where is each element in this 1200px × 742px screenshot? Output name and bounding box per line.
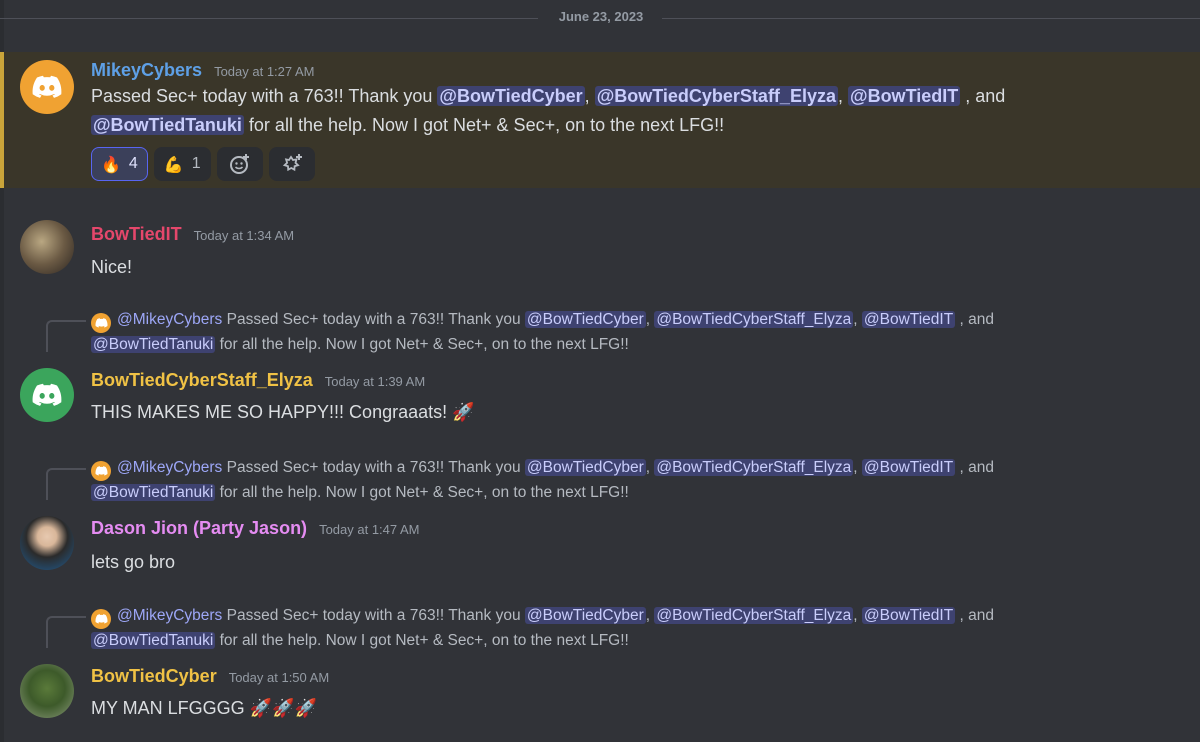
reply-spine bbox=[46, 320, 86, 352]
avatar[interactable] bbox=[20, 664, 74, 718]
reply-preview[interactable]: @MikeyCybers Passed Sec+ today with a 76… bbox=[91, 456, 1091, 505]
timestamp[interactable]: Today at 1:34 AM bbox=[194, 228, 294, 243]
message-content: MY MAN LFGGGG 🚀🚀🚀 bbox=[91, 698, 317, 718]
message-content: THIS MAKES ME SO HAPPY!!! Congraaats! 🚀 bbox=[91, 402, 475, 422]
reaction-flexed-biceps[interactable]: 💪 1 bbox=[153, 147, 211, 181]
date-divider: June 23, 2023 bbox=[0, 9, 1200, 24]
reaction-fire[interactable]: 🔥 4 bbox=[91, 147, 148, 181]
reply-author[interactable]: @MikeyCybers bbox=[117, 459, 222, 476]
discord-logo-icon bbox=[91, 313, 111, 333]
mention-bowtiedtanuki[interactable]: @BowTiedTanuki bbox=[91, 115, 244, 135]
avatar[interactable] bbox=[20, 60, 74, 114]
reaction-count: 1 bbox=[191, 155, 201, 172]
message-bowtiedcyber[interactable]: BowTiedCyber Today at 1:50 AM MY MAN LFG… bbox=[0, 656, 1200, 742]
fire-icon: 🔥 bbox=[101, 154, 121, 174]
timestamp[interactable]: Today at 1:47 AM bbox=[319, 522, 419, 537]
author-name[interactable]: BowTiedCyber bbox=[91, 666, 217, 687]
flexed-biceps-icon: 💪 bbox=[163, 154, 184, 174]
add-super-reaction-button[interactable] bbox=[268, 147, 315, 181]
mention-bowtiedit[interactable]: @BowTiedIT bbox=[848, 86, 961, 106]
reply-preview[interactable]: @MikeyCybers Passed Sec+ today with a 76… bbox=[91, 308, 1091, 357]
reactions-bar: 🔥 4 💪 1 bbox=[91, 147, 315, 181]
message-bowtiedit[interactable]: BowTiedIT Today at 1:34 AM Nice! bbox=[0, 210, 1200, 280]
message-content: lets go bro bbox=[91, 552, 176, 572]
reply-preview[interactable]: @MikeyCybers Passed Sec+ today with a 76… bbox=[91, 604, 1091, 653]
reply-spine bbox=[46, 616, 86, 648]
reply-spine bbox=[46, 468, 86, 500]
message-content: Nice! bbox=[91, 257, 133, 277]
author-name[interactable]: BowTiedIT bbox=[91, 224, 182, 245]
reaction-count: 4 bbox=[128, 155, 138, 172]
message-content: Passed Sec+ today with a 763!! Thank you… bbox=[91, 86, 1006, 135]
timestamp[interactable]: Today at 1:39 AM bbox=[325, 374, 425, 389]
mention-bowtiedcyberstaff-elyza[interactable]: @BowTiedCyberStaff_Elyza bbox=[594, 86, 838, 106]
reply-author[interactable]: @MikeyCybers bbox=[117, 311, 222, 328]
message-mikeycybers[interactable]: MikeyCybers Today at 1:27 AM Passed Sec+… bbox=[0, 52, 1200, 188]
avatar[interactable] bbox=[20, 220, 74, 274]
add-reaction-icon bbox=[229, 154, 249, 174]
author-name[interactable]: MikeyCybers bbox=[91, 60, 202, 81]
add-reaction-button[interactable] bbox=[216, 147, 263, 181]
mention-bowtiedcyber[interactable]: @BowTiedCyber bbox=[437, 86, 585, 106]
date-divider-label: June 23, 2023 bbox=[542, 9, 660, 24]
message-bowtiedcyberstaff-elyza[interactable]: BowTiedCyberStaff_Elyza Today at 1:39 AM… bbox=[0, 360, 1200, 440]
super-reaction-icon bbox=[282, 154, 302, 172]
avatar[interactable] bbox=[20, 368, 74, 422]
message-dason-jion[interactable]: Dason Jion (Party Jason) Today at 1:47 A… bbox=[0, 508, 1200, 588]
discord-logo-icon bbox=[91, 461, 111, 481]
discord-logo-icon bbox=[91, 609, 111, 629]
timestamp[interactable]: Today at 1:50 AM bbox=[229, 670, 329, 685]
avatar[interactable] bbox=[20, 516, 74, 570]
author-name[interactable]: Dason Jion (Party Jason) bbox=[91, 518, 307, 539]
author-name[interactable]: BowTiedCyberStaff_Elyza bbox=[91, 370, 313, 391]
discord-logo-icon bbox=[32, 383, 62, 406]
reply-author[interactable]: @MikeyCybers bbox=[117, 607, 222, 624]
timestamp[interactable]: Today at 1:27 AM bbox=[214, 64, 314, 79]
discord-logo-icon bbox=[32, 75, 62, 98]
